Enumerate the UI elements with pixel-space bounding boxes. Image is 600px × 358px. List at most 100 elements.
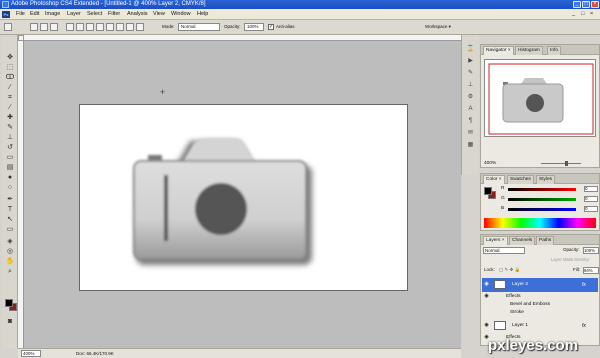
ellipse-shape-button[interactable] xyxy=(106,23,114,31)
visibility-eye-icon[interactable]: ◉ xyxy=(483,322,490,329)
history-brush-tool-icon[interactable]: ↺ xyxy=(5,143,15,152)
line-shape-button[interactable] xyxy=(126,23,134,31)
stroke-effect-row[interactable]: Stroke xyxy=(482,309,598,317)
navigator-zoom-slider[interactable] xyxy=(541,163,581,164)
magic-wand-tool-icon[interactable]: ⁄ xyxy=(5,83,15,92)
polygon-shape-button[interactable] xyxy=(116,23,124,31)
menu-select[interactable]: Select xyxy=(87,11,102,18)
lock-icons[interactable]: ▢ ✎ ✥ 🔒 xyxy=(499,267,537,273)
brushes-panel-icon[interactable]: ✎ xyxy=(466,69,475,78)
antialias-checkbox[interactable]: ✓ xyxy=(268,24,274,30)
navigator-zoom-slider-handle[interactable] xyxy=(565,161,568,166)
menu-layer[interactable]: Layer xyxy=(67,11,81,18)
layer-row-layer-2[interactable]: ◉ Layer 2 fx xyxy=(482,278,598,292)
layer-comps-panel-icon[interactable]: ▦ xyxy=(466,141,475,150)
eraser-tool-icon[interactable]: ▭ xyxy=(5,153,15,162)
shape-tool-icon[interactable]: ▭ xyxy=(5,225,15,234)
fill-pixels-button[interactable] xyxy=(50,23,58,31)
vertical-ruler[interactable] xyxy=(18,41,24,348)
menu-filter[interactable]: Filter xyxy=(108,11,120,18)
workspace-menu[interactable]: Workspace ▾ xyxy=(425,24,451,30)
blue-channel-input[interactable]: 0 xyxy=(584,206,598,212)
bevel-emboss-effect-row[interactable]: Bevel and Emboss xyxy=(482,301,598,309)
blue-channel-slider[interactable] xyxy=(508,208,576,211)
blur-tool-icon[interactable]: ● xyxy=(5,173,15,182)
green-channel-input[interactable]: 0 xyxy=(584,196,598,202)
document-canvas[interactable] xyxy=(79,104,408,291)
move-tool-icon[interactable]: ✥ xyxy=(5,53,15,62)
layer-opacity-input[interactable]: 100% xyxy=(583,247,599,254)
red-channel-slider[interactable] xyxy=(508,188,576,191)
blend-mode-select[interactable]: Normal xyxy=(483,247,525,254)
gradient-tool-icon[interactable]: ▤ xyxy=(5,163,15,172)
paragraph-panel-icon[interactable]: ¶ xyxy=(466,117,475,126)
document-size[interactable]: Doc: 66.4K/170.9K xyxy=(76,351,114,356)
tab-histogram[interactable]: Histogram xyxy=(515,46,543,55)
tab-info[interactable]: Info xyxy=(547,46,562,55)
red-channel-input[interactable]: 0 xyxy=(584,186,598,192)
path-selection-tool-icon[interactable]: ↖ xyxy=(5,215,15,224)
brush-tool-icon[interactable]: ✎ xyxy=(5,123,15,132)
restore-button[interactable]: □ xyxy=(582,1,590,8)
3d-rotate-tool-icon[interactable]: ◈ xyxy=(5,237,15,246)
actions-panel-icon[interactable]: ▶ xyxy=(466,57,475,66)
dodge-tool-icon[interactable]: ○ xyxy=(5,183,15,192)
visibility-eye-icon[interactable]: ◉ xyxy=(483,281,490,288)
character-panel-icon[interactable]: A xyxy=(466,105,475,114)
freeform-pen-button[interactable] xyxy=(76,23,84,31)
visibility-eye-icon[interactable]: ◉ xyxy=(483,293,490,300)
tool-presets-panel-icon[interactable]: ⚙ xyxy=(466,93,475,102)
hand-tool-icon[interactable]: ✋ xyxy=(5,257,15,266)
healing-brush-tool-icon[interactable]: ✚ xyxy=(5,113,15,122)
pen-tool-icon[interactable]: ✒ xyxy=(5,195,15,204)
quick-mask-icon[interactable]: ◙ xyxy=(5,317,15,326)
rectangle-shape-button[interactable] xyxy=(86,23,94,31)
tab-navigator[interactable]: Navigator × xyxy=(483,46,514,55)
layer-name[interactable]: Layer 2 xyxy=(512,281,528,289)
clone-source-panel-icon[interactable]: ⊥ xyxy=(466,81,475,90)
crop-tool-icon[interactable]: ⌗ xyxy=(5,93,15,102)
fill-input[interactable]: 94% xyxy=(583,267,599,274)
green-channel-slider[interactable] xyxy=(508,198,576,201)
menu-view[interactable]: View xyxy=(153,11,165,18)
menu-help[interactable]: Help xyxy=(197,11,208,18)
navigator-preview[interactable] xyxy=(484,59,596,137)
menu-window[interactable]: Window xyxy=(171,11,191,18)
doc-close-button[interactable]: × xyxy=(590,11,593,18)
mode-select[interactable]: Normal xyxy=(178,23,220,31)
horizontal-ruler[interactable] xyxy=(24,35,461,41)
tool-preset-button[interactable] xyxy=(4,23,12,31)
layer-row-layer-1[interactable]: ◉ Layer 1 fx xyxy=(482,319,598,333)
doc-restore-button[interactable]: □ xyxy=(581,11,584,18)
3d-orbit-tool-icon[interactable]: ◎ xyxy=(5,247,15,256)
lasso-tool-icon[interactable]: ↀ xyxy=(5,73,15,82)
marquee-tool-icon[interactable]: ⬚ xyxy=(5,63,15,72)
close-button[interactable]: × xyxy=(591,1,599,8)
notes-panel-icon[interactable]: ✉ xyxy=(466,129,475,138)
paths-button[interactable] xyxy=(40,23,48,31)
foreground-color-swatch[interactable] xyxy=(5,299,13,307)
tab-paths[interactable]: Paths xyxy=(536,236,555,245)
custom-shape-button[interactable] xyxy=(136,23,144,31)
doc-minimize-button[interactable]: _ xyxy=(572,11,575,18)
menu-edit[interactable]: Edit xyxy=(30,11,39,18)
pen-tool-button[interactable] xyxy=(66,23,74,31)
eyedropper-tool-icon[interactable]: ∕ xyxy=(5,103,15,112)
opacity-input[interactable]: 100% xyxy=(244,23,264,31)
fx-icon[interactable]: fx xyxy=(582,281,586,289)
rounded-rectangle-button[interactable] xyxy=(96,23,104,31)
effects-row[interactable]: ◉ Effects xyxy=(482,293,598,301)
menu-analysis[interactable]: Analysis xyxy=(127,11,147,18)
color-spectrum-ramp[interactable] xyxy=(484,218,596,228)
fx-icon[interactable]: fx xyxy=(582,322,586,330)
tab-swatches[interactable]: Swatches xyxy=(507,175,534,184)
menu-image[interactable]: Image xyxy=(45,11,60,18)
clone-stamp-tool-icon[interactable]: ⊥ xyxy=(5,133,15,142)
tab-channels[interactable]: Channels xyxy=(509,236,536,245)
shape-layers-button[interactable] xyxy=(30,23,38,31)
navigator-zoom[interactable]: 400% xyxy=(484,161,496,167)
menu-file[interactable]: File xyxy=(16,11,25,18)
color-foreground-swatch[interactable] xyxy=(484,187,492,195)
type-tool-icon[interactable]: T xyxy=(5,205,15,214)
history-panel-icon[interactable]: ⌛ xyxy=(466,45,475,54)
